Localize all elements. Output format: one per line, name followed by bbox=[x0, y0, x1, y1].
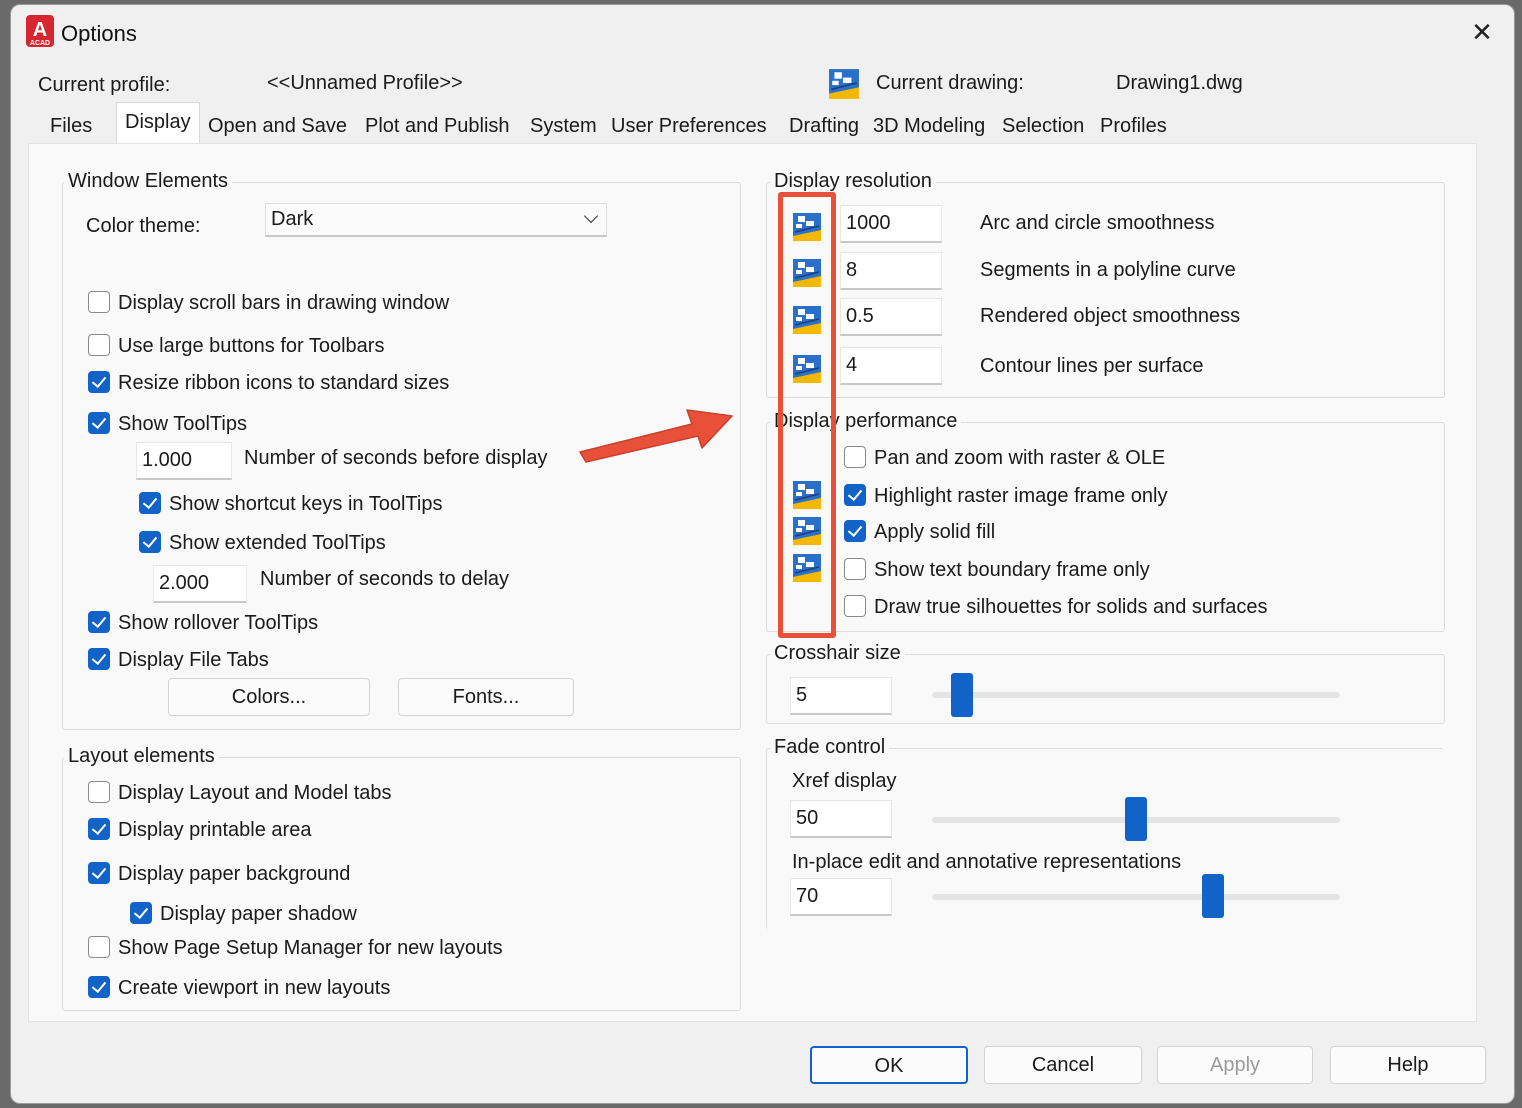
tab-selection[interactable]: Selection bbox=[1002, 108, 1084, 144]
arc-circle-smoothness-input[interactable]: 1000 bbox=[840, 205, 942, 243]
large-buttons-label: Use large buttons for Toolbars bbox=[118, 335, 385, 357]
contour-lines-input[interactable]: 4 bbox=[840, 347, 942, 385]
apply-solid-fill-label: Apply solid fill bbox=[874, 521, 996, 543]
resize-ribbon-checkbox[interactable] bbox=[88, 371, 110, 393]
shortcut-keys-checkbox[interactable] bbox=[139, 492, 161, 514]
layout-model-tabs-checkbox[interactable] bbox=[88, 781, 110, 803]
display-resolution-title: Display resolution bbox=[770, 170, 936, 193]
large-buttons-checkbox[interactable] bbox=[88, 334, 110, 356]
window-elements-title: Window Elements bbox=[64, 170, 233, 193]
layout-model-tabs-label: Display Layout and Model tabs bbox=[118, 782, 392, 804]
show-tooltips-checkbox[interactable] bbox=[88, 412, 110, 434]
autocad-logo-icon: A ACAD bbox=[26, 15, 54, 47]
ok-button[interactable]: OK bbox=[810, 1046, 968, 1084]
seconds-before-display-label: Number of seconds before display bbox=[244, 447, 548, 469]
close-icon[interactable]: ✕ bbox=[1466, 17, 1498, 49]
crosshair-slider-thumb[interactable] bbox=[951, 673, 974, 717]
highlight-rectangle bbox=[778, 192, 836, 638]
printable-area-label: Display printable area bbox=[118, 819, 312, 841]
resize-ribbon-label: Resize ribbon icons to standard sizes bbox=[118, 372, 450, 394]
printable-area-checkbox[interactable] bbox=[88, 818, 110, 840]
tab-bar: Files Display Open and Save Plot and Pub… bbox=[28, 102, 1178, 145]
tab-3d-modeling[interactable]: 3D Modeling bbox=[873, 108, 985, 144]
highlight-raster-frame-label: Highlight raster image frame only bbox=[874, 485, 1168, 507]
scroll-bars-checkbox[interactable] bbox=[88, 291, 110, 313]
color-theme-select[interactable]: Dark bbox=[265, 203, 607, 237]
current-drawing-label: Current drawing: bbox=[876, 72, 1024, 94]
window-title: Options bbox=[61, 21, 137, 46]
file-tabs-label: Display File Tabs bbox=[118, 649, 269, 671]
seconds-before-display-input[interactable]: 1.000 bbox=[136, 442, 232, 480]
seconds-to-delay-label: Number of seconds to delay bbox=[260, 568, 510, 590]
rollover-tooltips-checkbox[interactable] bbox=[88, 611, 110, 633]
apply-solid-fill-checkbox[interactable] bbox=[844, 520, 866, 542]
show-tooltips-label: Show ToolTips bbox=[118, 413, 247, 435]
layout-elements-title: Layout elements bbox=[64, 745, 219, 768]
paper-shadow-checkbox[interactable] bbox=[130, 902, 152, 924]
arc-circle-smoothness-label: Arc and circle smoothness bbox=[980, 212, 1215, 234]
paper-background-checkbox[interactable] bbox=[88, 862, 110, 884]
tab-profiles[interactable]: Profiles bbox=[1100, 108, 1167, 144]
highlight-raster-frame-checkbox[interactable] bbox=[844, 484, 866, 506]
true-silhouettes-label: Draw true silhouettes for solids and sur… bbox=[874, 596, 1268, 618]
inplace-slider-thumb[interactable] bbox=[1202, 874, 1225, 918]
tab-plot-and-publish[interactable]: Plot and Publish bbox=[365, 108, 510, 144]
polyline-segments-input[interactable]: 8 bbox=[840, 252, 942, 290]
chevron-down-icon bbox=[583, 208, 599, 224]
rollover-tooltips-label: Show rollover ToolTips bbox=[118, 612, 319, 634]
current-profile-value: <<Unnamed Profile>> bbox=[267, 72, 463, 94]
inplace-edit-label: In-place edit and annotative representat… bbox=[792, 851, 1182, 873]
paper-background-label: Display paper background bbox=[118, 863, 351, 885]
scroll-bars-label: Display scroll bars in drawing window bbox=[118, 292, 450, 314]
extended-tooltips-checkbox[interactable] bbox=[139, 531, 161, 553]
current-drawing-value: Drawing1.dwg bbox=[1116, 72, 1243, 94]
inplace-edit-input[interactable]: 70 bbox=[790, 878, 892, 916]
tab-user-preferences[interactable]: User Preferences bbox=[611, 108, 767, 144]
crosshair-size-title: Crosshair size bbox=[770, 642, 905, 665]
file-tabs-checkbox[interactable] bbox=[88, 648, 110, 670]
pan-zoom-raster-label: Pan and zoom with raster & OLE bbox=[874, 447, 1166, 469]
extended-tooltips-label: Show extended ToolTips bbox=[169, 532, 386, 554]
colors-button[interactable]: Colors... bbox=[168, 678, 370, 716]
tab-files[interactable]: Files bbox=[50, 108, 92, 144]
text-boundary-frame-label: Show text boundary frame only bbox=[874, 559, 1150, 581]
tab-system[interactable]: System bbox=[530, 108, 597, 144]
apply-button[interactable]: Apply bbox=[1157, 1046, 1313, 1084]
rendered-smoothness-input[interactable]: 0.5 bbox=[840, 298, 942, 336]
create-viewport-checkbox[interactable] bbox=[88, 976, 110, 998]
current-profile-label: Current profile: bbox=[38, 74, 171, 96]
text-boundary-frame-checkbox[interactable] bbox=[844, 558, 866, 580]
arrow-annotation bbox=[579, 409, 733, 463]
create-viewport-label: Create viewport in new layouts bbox=[118, 977, 391, 999]
page-setup-manager-label: Show Page Setup Manager for new layouts bbox=[118, 937, 503, 959]
crosshair-size-input[interactable]: 5 bbox=[790, 677, 892, 715]
tab-open-and-save[interactable]: Open and Save bbox=[208, 108, 347, 144]
drawing-saved-icon bbox=[828, 68, 860, 100]
help-button[interactable]: Help bbox=[1330, 1046, 1486, 1084]
inplace-slider-track[interactable] bbox=[932, 894, 1340, 900]
tab-drafting[interactable]: Drafting bbox=[789, 108, 859, 144]
rendered-smoothness-label: Rendered object smoothness bbox=[980, 305, 1241, 327]
cancel-button[interactable]: Cancel bbox=[984, 1046, 1142, 1084]
paper-shadow-label: Display paper shadow bbox=[160, 903, 357, 925]
page-setup-manager-checkbox[interactable] bbox=[88, 936, 110, 958]
fonts-button[interactable]: Fonts... bbox=[398, 678, 574, 716]
xref-slider-thumb[interactable] bbox=[1125, 797, 1147, 841]
true-silhouettes-checkbox[interactable] bbox=[844, 595, 866, 617]
fade-control-title: Fade control bbox=[770, 736, 890, 759]
shortcut-keys-label: Show shortcut keys in ToolTips bbox=[169, 493, 443, 515]
color-theme-label: Color theme: bbox=[86, 215, 201, 237]
pan-zoom-raster-checkbox[interactable] bbox=[844, 446, 866, 468]
color-theme-value: Dark bbox=[271, 208, 314, 230]
xref-display-label: Xref display bbox=[792, 770, 897, 792]
contour-lines-label: Contour lines per surface bbox=[980, 355, 1204, 377]
xref-display-input[interactable]: 50 bbox=[790, 800, 892, 838]
polyline-segments-label: Segments in a polyline curve bbox=[980, 259, 1236, 281]
title-bar: A ACAD Options ✕ bbox=[11, 5, 1514, 61]
seconds-to-delay-input[interactable]: 2.000 bbox=[153, 565, 247, 603]
tab-display[interactable]: Display bbox=[116, 102, 200, 145]
crosshair-slider-track[interactable] bbox=[932, 692, 1340, 698]
